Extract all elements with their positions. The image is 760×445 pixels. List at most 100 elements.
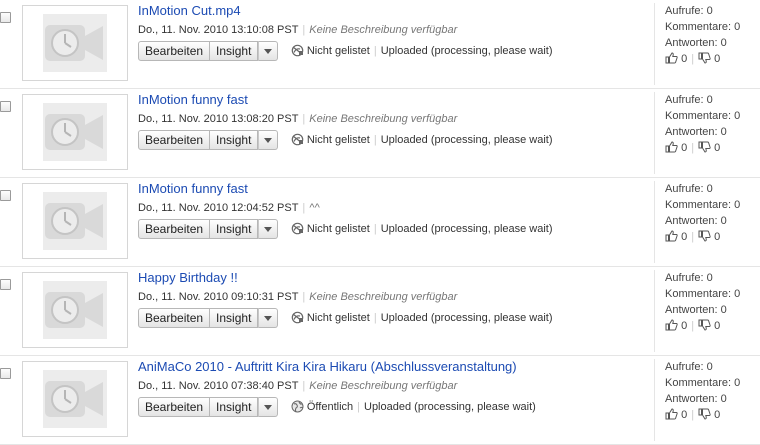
unlisted-icon: [291, 133, 304, 146]
views-count: 0: [706, 5, 713, 17]
globe-icon: [291, 400, 304, 413]
likes-count: 0: [681, 53, 688, 65]
insight-button[interactable]: Insight: [210, 41, 259, 61]
more-actions-dropdown[interactable]: [258, 219, 279, 239]
likes-count: 0: [681, 409, 688, 421]
privacy-status: Nicht gelistet: [306, 134, 370, 146]
video-row: InMotion funny fast Do., 11. Nov. 2010 1…: [0, 178, 760, 267]
processing-status: Uploaded (processing, please wait): [364, 401, 536, 413]
video-title-link[interactable]: InMotion funny fast: [138, 181, 248, 196]
more-actions-dropdown[interactable]: [258, 41, 279, 61]
edit-button[interactable]: Bearbeiten: [138, 41, 211, 61]
upload-date: Do., 11. Nov. 2010 12:04:52 PST: [138, 202, 299, 214]
likes-count: 0: [681, 231, 688, 243]
dislikes-count: 0: [714, 231, 721, 243]
replies-label: Antworten:: [665, 393, 718, 405]
video-actions: Bearbeiten Insight Öffentlich | Uploaded (p…: [138, 397, 536, 417]
video-actions: Bearbeiten Insight Nicht gelistet | Uploade…: [138, 130, 553, 150]
more-actions-dropdown[interactable]: [258, 308, 279, 328]
video-thumbnail[interactable]: [22, 5, 128, 81]
video-thumbnail[interactable]: [22, 183, 128, 259]
more-actions-dropdown[interactable]: [258, 130, 279, 150]
views-label: Aufrufe:: [665, 183, 704, 195]
select-checkbox[interactable]: [0, 279, 11, 290]
video-title-link[interactable]: InMotion Cut.mp4: [138, 3, 241, 18]
video-processing-icon: [43, 103, 107, 161]
thumbs-down-icon: [698, 230, 711, 242]
upload-date: Do., 11. Nov. 2010 13:10:08 PST: [138, 24, 299, 36]
select-checkbox[interactable]: [0, 190, 11, 201]
video-stats: Aufrufe: 0 Kommentare: 0 Antworten: 0 0 |…: [654, 3, 740, 85]
comments-label: Kommentare:: [665, 21, 732, 33]
views-count: 0: [706, 361, 713, 373]
views-label: Aufrufe:: [665, 94, 704, 106]
select-checkbox[interactable]: [0, 368, 11, 379]
privacy-status: Öffentlich: [306, 401, 354, 413]
video-processing-icon: [43, 281, 107, 339]
comments-count: 0: [734, 21, 741, 33]
dislikes-count: 0: [714, 320, 721, 332]
unlisted-icon: [291, 44, 304, 57]
replies-count: 0: [720, 393, 727, 405]
privacy-status: Nicht gelistet: [306, 45, 370, 57]
video-title-link[interactable]: AniMaCo 2010 - Auftritt Kira Kira Hikaru…: [138, 359, 517, 374]
views-count: 0: [706, 183, 713, 195]
comments-count: 0: [734, 110, 741, 122]
dislikes-count: 0: [714, 142, 721, 154]
video-actions: Bearbeiten Insight Nicht gelistet | Uploade…: [138, 41, 553, 61]
video-processing-icon: [43, 370, 107, 428]
views-label: Aufrufe:: [665, 5, 704, 17]
video-actions: Bearbeiten Insight Nicht gelistet | Uploade…: [138, 219, 553, 239]
video-meta: Do., 11. Nov. 2010 13:08:20 PST | Keine Be…: [138, 113, 458, 125]
insight-button[interactable]: Insight: [210, 397, 259, 417]
comments-label: Kommentare:: [665, 199, 732, 211]
video-thumbnail[interactable]: [22, 94, 128, 170]
upload-date: Do., 11. Nov. 2010 09:10:31 PST: [138, 291, 299, 303]
dislikes-count: 0: [714, 409, 721, 421]
chevron-down-icon: [264, 49, 273, 55]
comments-count: 0: [734, 199, 741, 211]
thumbs-up-icon: [665, 408, 678, 420]
views-count: 0: [706, 272, 713, 284]
thumbs-down-icon: [698, 319, 711, 331]
video-description: Keine Beschreibung verfügbar: [309, 113, 458, 125]
thumbs-down-icon: [698, 408, 711, 420]
processing-status: Uploaded (processing, please wait): [380, 45, 553, 57]
video-meta: Do., 11. Nov. 2010 13:10:08 PST | Keine Be…: [138, 24, 458, 36]
processing-status: Uploaded (processing, please wait): [380, 223, 553, 235]
comments-label: Kommentare:: [665, 288, 732, 300]
insight-button[interactable]: Insight: [210, 219, 259, 239]
insight-button[interactable]: Insight: [210, 130, 259, 150]
insight-button[interactable]: Insight: [210, 308, 259, 328]
video-meta: Do., 11. Nov. 2010 09:10:31 PST | Keine Be…: [138, 291, 458, 303]
edit-button[interactable]: Bearbeiten: [138, 219, 211, 239]
video-thumbnail[interactable]: [22, 361, 128, 437]
video-processing-icon: [43, 14, 107, 72]
thumbs-up-icon: [665, 230, 678, 242]
chevron-down-icon: [264, 227, 273, 233]
privacy-status: Nicht gelistet: [306, 223, 370, 235]
video-title-link[interactable]: InMotion funny fast: [138, 92, 248, 107]
unlisted-icon: [291, 222, 304, 235]
edit-button[interactable]: Bearbeiten: [138, 130, 211, 150]
replies-label: Antworten:: [665, 126, 718, 138]
video-row: Happy Birthday !! Do., 11. Nov. 2010 09:…: [0, 267, 760, 356]
chevron-down-icon: [264, 138, 273, 144]
comments-label: Kommentare:: [665, 110, 732, 122]
video-row: AniMaCo 2010 - Auftritt Kira Kira Hikaru…: [0, 356, 760, 445]
chevron-down-icon: [264, 316, 273, 322]
video-stats: Aufrufe: 0 Kommentare: 0 Antworten: 0 0 |…: [654, 359, 740, 441]
video-description: ^^: [309, 202, 320, 214]
video-stats: Aufrufe: 0 Kommentare: 0 Antworten: 0 0 |…: [654, 92, 740, 174]
select-checkbox[interactable]: [0, 12, 11, 23]
video-row: InMotion Cut.mp4 Do., 11. Nov. 2010 13:1…: [0, 0, 760, 89]
more-actions-dropdown[interactable]: [258, 397, 279, 417]
video-row: InMotion funny fast Do., 11. Nov. 2010 1…: [0, 89, 760, 178]
chevron-down-icon: [264, 405, 273, 411]
video-thumbnail[interactable]: [22, 272, 128, 348]
edit-button[interactable]: Bearbeiten: [138, 397, 211, 417]
select-checkbox[interactable]: [0, 101, 11, 112]
video-title-link[interactable]: Happy Birthday !!: [138, 270, 238, 285]
edit-button[interactable]: Bearbeiten: [138, 308, 211, 328]
video-processing-icon: [43, 192, 107, 250]
